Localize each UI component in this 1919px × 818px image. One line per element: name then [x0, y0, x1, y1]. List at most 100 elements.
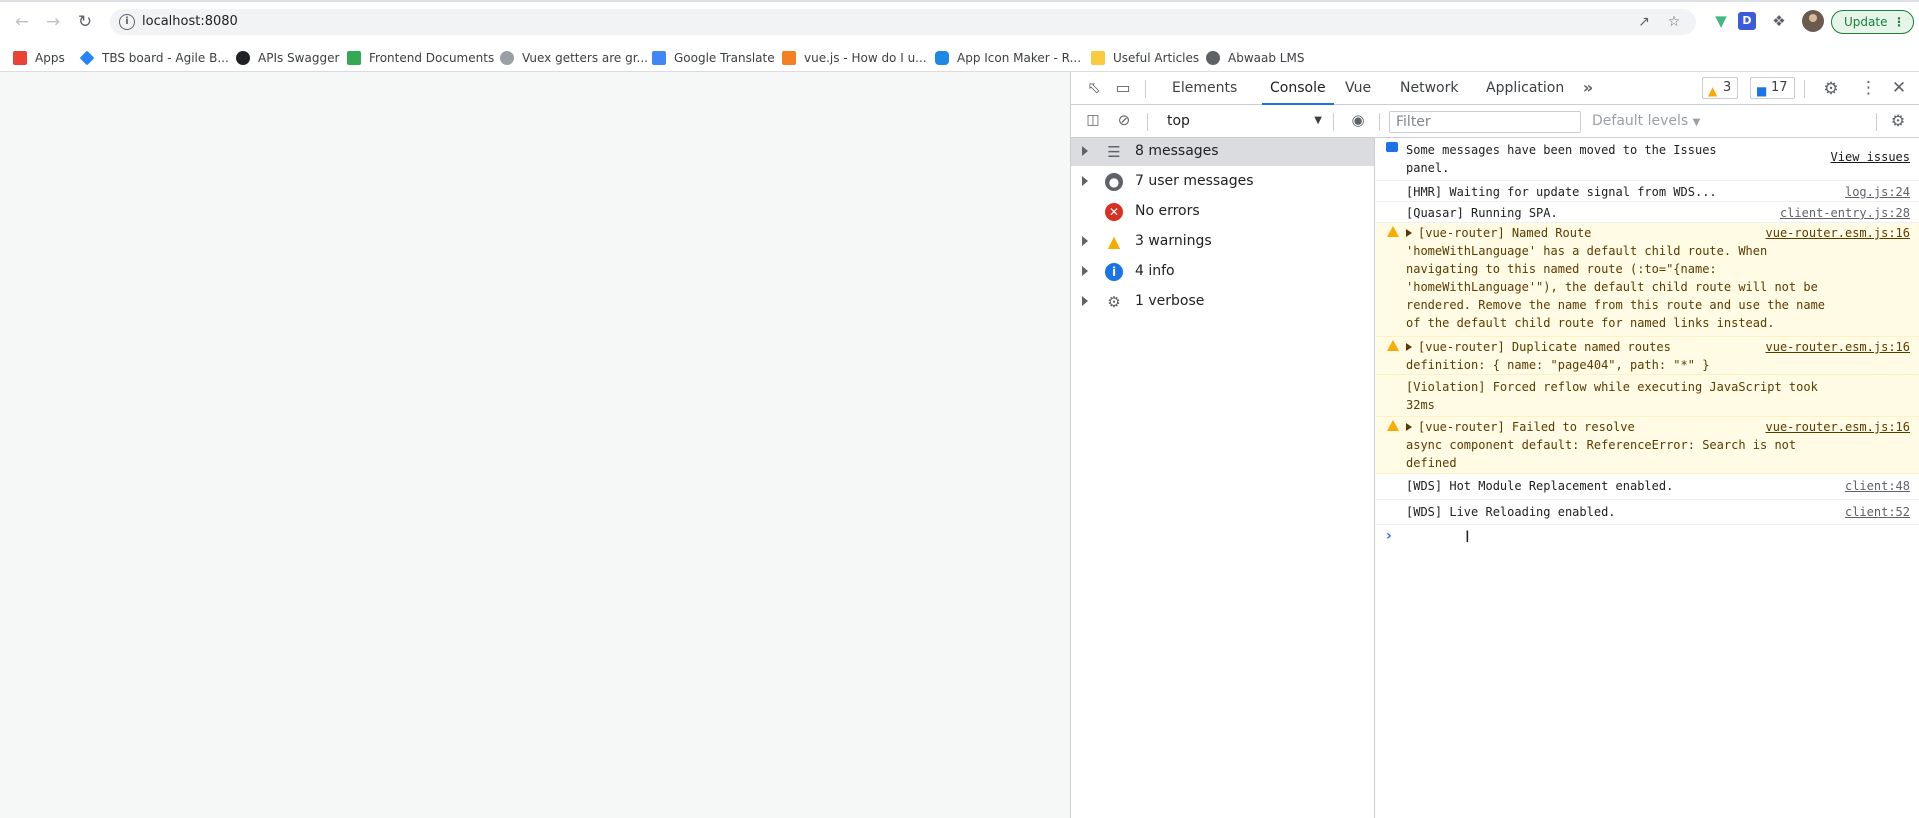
bookmark-apps[interactable]: Apps — [13, 49, 65, 67]
vue-devtools-extension-icon[interactable]: ▼ — [1712, 12, 1730, 30]
bookmark-google-translate[interactable]: Google Translate — [652, 49, 775, 67]
message-text: [Quasar] Running SPA. — [1406, 206, 1558, 220]
issues-message-icon — [1386, 142, 1398, 152]
expand-triangle-icon[interactable] — [1082, 296, 1088, 306]
settings-gear-icon[interactable]: ⚙ — [1822, 79, 1840, 99]
expand-triangle-icon[interactable] — [1082, 236, 1088, 246]
sidebar-item-messages[interactable]: ☰ 8 messages — [1071, 138, 1374, 166]
divider — [1147, 113, 1148, 131]
sidebar-item-user-messages[interactable]: ● 7 user messages — [1071, 168, 1374, 196]
stackoverflow-icon — [782, 51, 796, 65]
message-text: [WDS] Hot Module Replacement enabled. — [1406, 479, 1674, 493]
bookmark-frontend-documents[interactable]: Frontend Documents — [347, 49, 494, 67]
bookmark-abwaab-lms[interactable]: Abwaab LMS — [1206, 49, 1304, 67]
sidebar-item-errors[interactable]: ✕ No errors — [1071, 198, 1374, 226]
source-link[interactable]: client:52 — [1845, 503, 1910, 521]
dropdown-arrow-icon: ▼ — [1692, 117, 1701, 128]
message-icon: ■ — [1756, 84, 1768, 98]
view-issues-link[interactable]: View issues — [1831, 148, 1910, 166]
bookmark-star-icon[interactable]: ☆ — [1665, 13, 1683, 31]
show-sidebar-icon[interactable]: ◫ — [1083, 112, 1103, 128]
source-link[interactable]: client:48 — [1845, 477, 1910, 495]
console-warning: [vue-router] Named Route 'homeWithLangua… — [1376, 223, 1919, 337]
sidebar-item-label: 4 info — [1135, 263, 1175, 279]
d-extension-icon[interactable]: D — [1738, 12, 1756, 30]
tab-application[interactable]: Application — [1486, 72, 1564, 105]
source-link[interactable]: client-entry.js:28 — [1780, 204, 1910, 222]
bookmark-tbs-board[interactable]: TBS board - Agile B... — [79, 49, 229, 67]
console-message: [Quasar] Running SPA. client-entry.js:28 — [1376, 202, 1919, 223]
warnings-badge[interactable]: ▲ 3 — [1702, 77, 1739, 99]
globe-icon — [1206, 51, 1220, 65]
source-link[interactable]: vue-router.esm.js:16 — [1766, 418, 1911, 436]
source-link[interactable]: log.js:24 — [1845, 183, 1910, 201]
console-message: [WDS] Live Reloading enabled. client:52 — [1376, 500, 1919, 525]
bookmark-useful-articles[interactable]: Useful Articles — [1091, 49, 1199, 67]
update-button[interactable]: Update ⋮ — [1831, 10, 1914, 34]
bookmark-label: Abwaab LMS — [1228, 51, 1305, 65]
message-text: [vue-router] Named Route 'homeWithLangua… — [1406, 226, 1826, 330]
more-options-icon[interactable]: ⋮ — [1860, 78, 1877, 98]
swagger-icon — [236, 51, 250, 65]
message-text: [WDS] Live Reloading enabled. — [1406, 505, 1616, 519]
address-bar[interactable]: i localhost:8080 ↗ ☆ — [110, 9, 1696, 35]
site-info-icon[interactable]: i — [119, 14, 135, 30]
sidebar-item-info[interactable]: i 4 info — [1071, 258, 1374, 286]
expand-triangle-icon[interactable] — [1082, 176, 1088, 186]
close-devtools-icon[interactable]: ✕ — [1891, 78, 1907, 98]
bookmark-vuex-getters[interactable]: Vuex getters are gr... — [500, 49, 648, 67]
execution-context-select[interactable]: top ▼ — [1161, 111, 1326, 131]
live-expression-eye-icon[interactable]: ◉ — [1348, 111, 1368, 129]
filter-input[interactable]: Filter — [1389, 111, 1581, 133]
info-icon: i — [1105, 263, 1123, 281]
warning-icon — [1387, 340, 1399, 351]
open-external-icon[interactable]: ↗ — [1635, 13, 1653, 31]
user-icon: ● — [1105, 173, 1123, 191]
bookmark-label: Apps — [35, 51, 65, 65]
messages-badge[interactable]: ■ 17 — [1750, 77, 1795, 99]
forward-arrow-icon[interactable]: → — [42, 11, 64, 33]
message-text: Some messages have been moved to the Iss… — [1406, 143, 1717, 175]
profile-avatar[interactable] — [1802, 10, 1824, 32]
bookmark-label: Google Translate — [674, 51, 775, 65]
list-icon: ☰ — [1107, 143, 1121, 161]
divider — [1876, 113, 1877, 131]
message-text: [HMR] Waiting for update signal from WDS… — [1406, 185, 1717, 199]
sidebar-item-verbose[interactable]: ⚙ 1 verbose — [1071, 288, 1374, 316]
reload-icon[interactable]: ↻ — [74, 11, 96, 33]
sidebar-item-label: No errors — [1135, 203, 1200, 219]
console-output[interactable]: Some messages have been moved to the Iss… — [1376, 138, 1919, 818]
console-sidebar: ☰ 8 messages ● 7 user messages ✕ No erro… — [1071, 138, 1375, 818]
error-icon: ✕ — [1105, 203, 1123, 221]
back-arrow-icon[interactable]: ← — [11, 11, 33, 33]
google-drive-icon — [347, 51, 361, 65]
bookmark-vuejs-how-do-i[interactable]: vue.js - How do I u... — [782, 49, 927, 67]
tab-vue[interactable]: Vue — [1345, 72, 1371, 105]
log-levels-dropdown[interactable]: Default levels ▼ — [1592, 111, 1700, 133]
expand-triangle-icon[interactable] — [1082, 266, 1088, 276]
message-text: [vue-router] Duplicate named routes defi… — [1406, 340, 1710, 372]
tab-elements[interactable]: Elements — [1172, 72, 1237, 105]
bookmark-label: App Icon Maker - R... — [957, 51, 1082, 65]
source-link[interactable]: vue-router.esm.js:16 — [1766, 338, 1911, 356]
bookmark-app-icon-maker[interactable]: App Icon Maker - R... — [935, 49, 1081, 67]
sidebar-item-warnings[interactable]: ▲ 3 warnings — [1071, 228, 1374, 256]
bookmark-apis-swagger[interactable]: APIs Swagger — [236, 49, 339, 67]
console-settings-gear-icon[interactable]: ⚙ — [1889, 111, 1907, 130]
clear-console-icon[interactable]: ⊘ — [1115, 111, 1133, 129]
more-tabs-chevron-icon[interactable]: » — [1580, 78, 1596, 97]
page-content[interactable] — [0, 72, 1070, 818]
divider — [1379, 113, 1380, 131]
inspect-element-icon[interactable]: ⬁ — [1084, 78, 1104, 98]
context-value: top — [1167, 113, 1190, 129]
url-text[interactable]: localhost:8080 — [142, 14, 238, 29]
tab-network[interactable]: Network — [1400, 72, 1458, 105]
source-link[interactable]: vue-router.esm.js:16 — [1766, 224, 1911, 242]
tab-console[interactable]: Console — [1262, 72, 1334, 105]
bookmark-label: vue.js - How do I u... — [804, 51, 927, 65]
device-toolbar-icon[interactable]: ▭ — [1113, 78, 1133, 98]
expand-triangle-icon[interactable] — [1082, 146, 1088, 156]
apps-grid-icon — [13, 51, 27, 65]
dropdown-arrow-icon: ▼ — [1314, 115, 1322, 126]
extensions-puzzle-icon[interactable]: ❖ — [1770, 12, 1788, 30]
